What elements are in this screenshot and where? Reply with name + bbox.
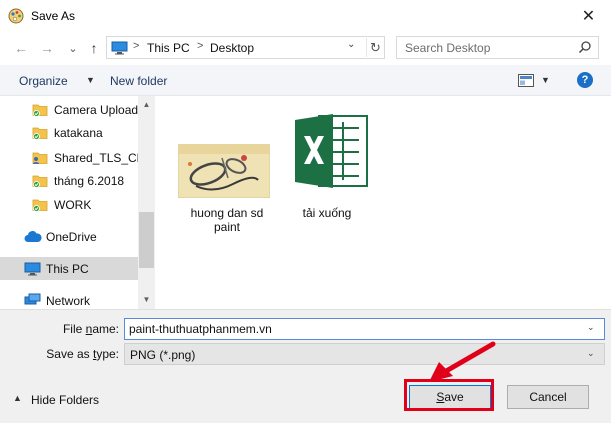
save-fields: File name: ⌄ Save as type: PNG (*.png) ⌄ bbox=[0, 309, 611, 365]
file-name: tải xuống bbox=[302, 206, 352, 220]
command-toolbar: Organize ▼ New folder ▼ ? bbox=[0, 65, 611, 96]
sidebar-item-onedrive[interactable]: OneDrive bbox=[0, 225, 138, 248]
sidebar-item-katakana[interactable]: katakana bbox=[0, 121, 138, 144]
excel-icon bbox=[287, 108, 379, 197]
image-thumbnail-icon bbox=[177, 143, 271, 201]
chevron-down-icon: ⌄ bbox=[68, 42, 78, 55]
cloud-icon bbox=[24, 231, 42, 246]
file-list: huong dan sd paint tải xuống bbox=[155, 96, 611, 309]
cancel-button[interactable]: Cancel bbox=[507, 385, 589, 409]
chevron-down-icon: ⌄ bbox=[587, 348, 595, 358]
breadcrumb-desktop[interactable]: Desktop bbox=[210, 41, 254, 55]
network-icon bbox=[24, 293, 41, 309]
window-title: Save As bbox=[31, 9, 76, 23]
file-item[interactable]: huong dan sd paint bbox=[177, 96, 277, 236]
view-options-button[interactable] bbox=[518, 74, 534, 90]
new-folder-button[interactable]: New folder bbox=[110, 74, 167, 88]
computer-icon bbox=[111, 41, 128, 58]
sidebar-item-label: WORK bbox=[54, 198, 92, 212]
sidebar-item-label: Network bbox=[46, 294, 91, 308]
search-box[interactable] bbox=[396, 36, 599, 59]
sidebar-item-label: This PC bbox=[46, 262, 89, 276]
chevron-down-icon[interactable]: ⌄ bbox=[587, 322, 595, 333]
forward-button[interactable]: → bbox=[38, 39, 56, 57]
hide-folders-button[interactable]: Hide Folders bbox=[31, 393, 99, 407]
paint-app-icon bbox=[8, 8, 24, 24]
back-arrow-icon: ← bbox=[14, 40, 28, 56]
file-item[interactable]: tải xuống bbox=[277, 96, 379, 236]
sidebar-item-label: OneDrive bbox=[46, 230, 97, 244]
search-input[interactable] bbox=[397, 37, 577, 58]
computer-icon bbox=[24, 262, 41, 279]
annotation-arrow-icon bbox=[425, 340, 497, 387]
search-icon bbox=[578, 40, 592, 57]
sidebar-item-label: tháng 6.2018 bbox=[54, 174, 125, 188]
folder-sync-icon bbox=[32, 102, 48, 120]
navigation-bar: ← → ⌄ ↑ > This PC > Desktop ⌄ ↻ bbox=[0, 31, 611, 65]
sidebar-item-shared-tls[interactable]: Shared_TLS_Cha bbox=[0, 146, 138, 169]
up-button[interactable]: ↑ bbox=[85, 39, 103, 57]
address-bar[interactable]: > This PC > Desktop ⌄ ↻ bbox=[106, 36, 385, 59]
shared-folder-icon bbox=[32, 150, 48, 168]
navigation-scrollbar[interactable]: ▲ ▼ bbox=[138, 96, 155, 309]
recent-locations-button[interactable]: ⌄ bbox=[64, 39, 82, 57]
up-arrow-icon: ↑ bbox=[90, 40, 98, 56]
breadcrumb-separator: > bbox=[197, 40, 204, 52]
filename-input[interactable] bbox=[125, 319, 585, 339]
breadcrumb-this-pc[interactable]: This PC bbox=[147, 41, 190, 55]
sidebar-item-thang-6-2018[interactable]: tháng 6.2018 bbox=[0, 169, 138, 192]
navigation-pane: Camera Uploads katakana Shared_TLS_Cha t… bbox=[0, 96, 155, 309]
close-button[interactable]: ✕ bbox=[566, 0, 611, 31]
sidebar-item-work[interactable]: WORK bbox=[0, 193, 138, 216]
back-button[interactable]: ← bbox=[12, 39, 30, 57]
breadcrumb-separator: > bbox=[133, 40, 140, 52]
sidebar-item-camera-uploads[interactable]: Camera Uploads bbox=[0, 98, 138, 121]
sidebar-item-label: Shared_TLS_Cha bbox=[54, 151, 138, 165]
refresh-icon: ↻ bbox=[370, 39, 381, 55]
organize-button[interactable]: Organize bbox=[19, 74, 68, 88]
savetype-value: PNG (*.png) bbox=[130, 348, 196, 362]
forward-arrow-icon: → bbox=[40, 40, 54, 56]
scrollbar-thumb[interactable] bbox=[139, 212, 154, 268]
refresh-button[interactable]: ↻ bbox=[366, 38, 384, 57]
sidebar-item-label: katakana bbox=[54, 126, 103, 140]
savetype-label: Save as type: bbox=[46, 347, 119, 361]
view-dropdown-icon[interactable]: ▼ bbox=[541, 75, 550, 85]
file-name: huong dan sd paint bbox=[190, 206, 264, 234]
scroll-down-button[interactable]: ▼ bbox=[138, 291, 155, 307]
title-bar: Save As ✕ bbox=[0, 0, 611, 31]
view-icon bbox=[518, 74, 534, 87]
filename-label: File name: bbox=[62, 322, 119, 336]
sidebar-item-this-pc[interactable]: This PC bbox=[0, 257, 138, 280]
organize-dropdown-icon[interactable]: ▼ bbox=[86, 75, 95, 85]
folder-sync-icon bbox=[32, 173, 48, 191]
sidebar-item-label: Camera Uploads bbox=[54, 103, 138, 117]
savetype-select[interactable]: PNG (*.png) ⌄ bbox=[124, 343, 605, 365]
sidebar-item-network[interactable]: Network bbox=[0, 289, 138, 309]
dialog-footer: ▲ Hide Folders Save Cancel bbox=[0, 365, 611, 423]
chevron-up-icon[interactable]: ▲ bbox=[13, 393, 22, 403]
address-dropdown-icon[interactable]: ⌄ bbox=[347, 39, 355, 50]
scroll-up-button[interactable]: ▲ bbox=[138, 96, 155, 112]
folder-sync-icon bbox=[32, 125, 48, 143]
folder-sync-icon bbox=[32, 197, 48, 215]
filename-combobox[interactable]: ⌄ bbox=[124, 318, 605, 340]
close-icon: ✕ bbox=[581, 7, 596, 25]
help-icon: ? bbox=[581, 74, 589, 86]
help-button[interactable]: ? bbox=[577, 72, 593, 88]
